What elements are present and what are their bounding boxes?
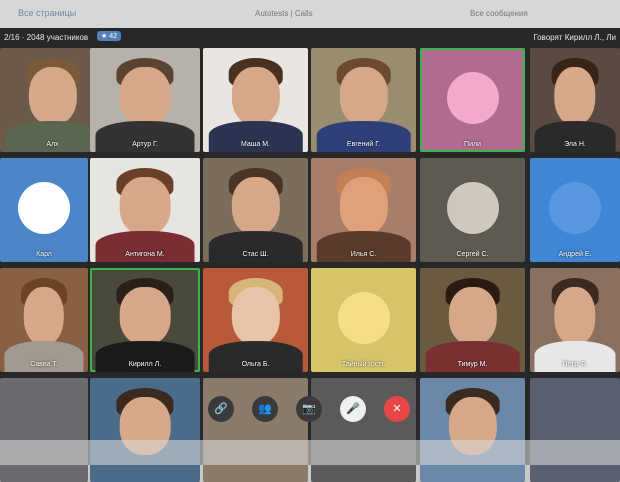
participant-tile[interactable]: Кирилл Л.	[90, 268, 200, 372]
participant-tile[interactable]: Савва Т.	[0, 268, 88, 372]
participant-name: Артур Г.	[132, 141, 158, 148]
window-title: Autotests | Calls	[255, 9, 313, 18]
participant-tile[interactable]: Тимур М.	[420, 268, 525, 372]
participant-name: Илья С.	[350, 251, 377, 258]
bottom-bar	[0, 440, 620, 465]
participant-name: Кирилл Л.	[128, 361, 162, 368]
cat-avatar-icon	[337, 292, 390, 344]
participant-tile[interactable]: Тайный гость	[311, 268, 416, 372]
participant-tile[interactable]: Петр Ф.	[530, 268, 620, 372]
participants-count: 2/16 · 2048 участников	[4, 33, 89, 42]
link-button[interactable]: 🔗	[208, 396, 234, 422]
participant-tile[interactable]	[530, 378, 620, 482]
participant-tile[interactable]: Стас Ш.	[203, 158, 308, 262]
top-bar: Все страницы Autotests | Calls Все сообщ…	[0, 0, 620, 28]
participant-tile[interactable]	[0, 378, 88, 482]
bunny-avatar-icon	[446, 72, 499, 124]
participant-tile[interactable]: Сергей С.	[420, 158, 525, 262]
participant-tile[interactable]	[420, 378, 525, 482]
participants-button[interactable]: 👥	[252, 396, 278, 422]
participant-tile[interactable]: Андрей Е.	[530, 158, 620, 262]
participant-name: Маша М.	[240, 141, 271, 148]
participant-name: Савва Т.	[30, 361, 58, 368]
back-link[interactable]: Все страницы	[18, 8, 76, 18]
participant-tile[interactable]: Илья С.	[311, 158, 416, 262]
dog-avatar-icon	[18, 182, 70, 234]
participant-tile[interactable]: Пили	[420, 48, 525, 152]
participant-tile[interactable]: Карл	[0, 158, 88, 262]
participant-tile[interactable]	[90, 378, 200, 482]
participant-name: Андрей Е.	[558, 251, 592, 258]
participant-tile[interactable]: Эла Н.	[530, 48, 620, 152]
participant-name: Стас Ш.	[242, 251, 269, 258]
rating-badge[interactable]: ★ 42	[97, 31, 122, 41]
participant-name: Пили	[464, 141, 481, 148]
mic-button[interactable]: 🎤	[340, 396, 366, 422]
participant-tile[interactable]: Маша М.	[203, 48, 308, 152]
participant-name: Тимур М.	[457, 361, 488, 368]
messages-link[interactable]: Все сообщения	[470, 9, 528, 18]
hand-avatar-icon	[549, 182, 601, 234]
participant-tile[interactable]: Евгений Г.	[311, 48, 416, 152]
speaking-label: Говорят Кирилл Л., Ли	[533, 33, 616, 42]
participant-name: Карл	[36, 251, 52, 258]
participant-name: Эла Н.	[564, 141, 586, 148]
participant-name: Ольга Б.	[241, 361, 270, 368]
participant-name: Петр Ф.	[562, 361, 588, 368]
participant-name: Сергей С.	[456, 251, 489, 258]
participant-name: Тайный гость	[341, 361, 386, 368]
camera-button[interactable]: 📷	[296, 396, 322, 422]
participant-tile[interactable]: Антигона М.	[90, 158, 200, 262]
participant-avatar	[446, 182, 499, 234]
participant-tile[interactable]	[311, 378, 416, 482]
end-call-button[interactable]: ✕	[384, 396, 410, 422]
participant-name: Антигона М.	[125, 251, 165, 258]
participant-tile[interactable]: Ольга Б.	[203, 268, 308, 372]
participant-name: Евгений Г.	[346, 141, 381, 148]
participant-tile[interactable]	[203, 378, 308, 482]
participant-tile[interactable]: Артур Г.	[90, 48, 200, 152]
call-header: 2/16 · 2048 участников ★ 42 Говорят Кири…	[0, 28, 620, 48]
